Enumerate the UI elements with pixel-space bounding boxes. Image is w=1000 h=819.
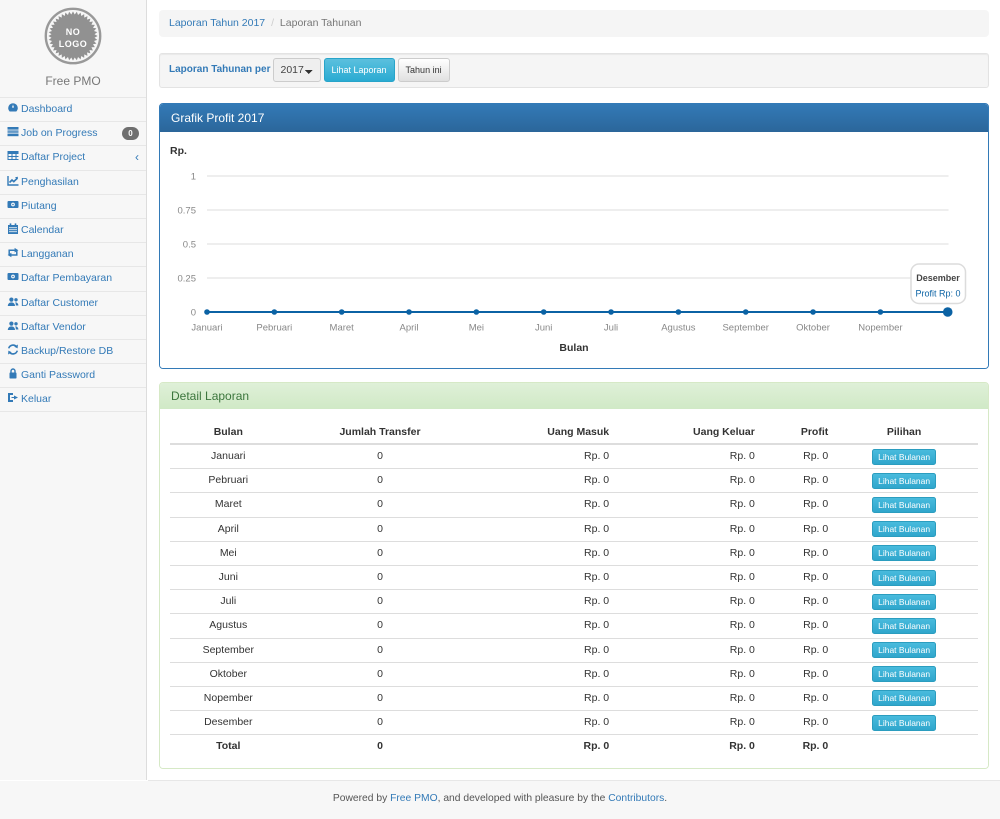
- svg-text:Oktober: Oktober: [796, 323, 830, 334]
- svg-text:Juli: Juli: [604, 323, 618, 334]
- svg-text:Pebruari: Pebruari: [256, 323, 292, 334]
- svg-text:September: September: [722, 323, 768, 334]
- svg-text:Nopember: Nopember: [858, 323, 902, 334]
- svg-text:April: April: [400, 323, 419, 334]
- svg-text:0.75: 0.75: [178, 205, 197, 216]
- svg-text:Maret: Maret: [330, 323, 355, 334]
- svg-text:0: 0: [191, 307, 196, 318]
- svg-text:0.5: 0.5: [183, 239, 196, 250]
- svg-text:1: 1: [191, 171, 196, 182]
- svg-text:Profit Rp: 0: Profit Rp: 0: [915, 289, 960, 299]
- svg-text:Juni: Juni: [535, 323, 552, 334]
- svg-text:LOGO: LOGO: [59, 39, 88, 49]
- svg-text:NO: NO: [66, 27, 81, 37]
- svg-text:0.25: 0.25: [178, 273, 197, 284]
- svg-text:Bulan: Bulan: [559, 342, 588, 354]
- svg-text:Agustus: Agustus: [661, 323, 696, 334]
- svg-text:Rp.: Rp.: [170, 145, 187, 157]
- svg-text:Mei: Mei: [469, 323, 484, 334]
- svg-text:Januari: Januari: [191, 323, 222, 334]
- svg-text:Desember: Desember: [916, 273, 960, 283]
